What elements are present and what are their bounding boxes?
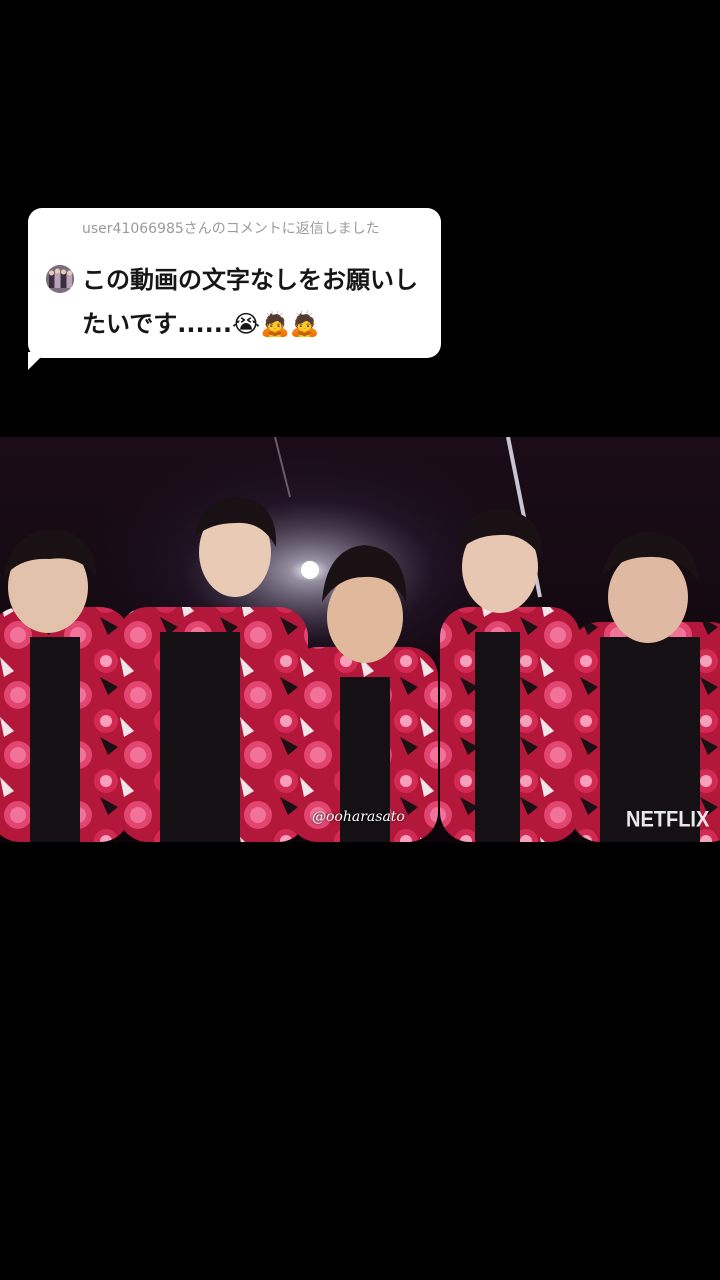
crying-face-icon: 😭 (231, 310, 261, 338)
reply-header: user41066985さんのコメントに返信しました (82, 221, 380, 237)
netflix-logo: NETFLIX (626, 807, 710, 833)
reply-comment-sticker[interactable]: user41066985さんのコメントに返信しました この動画の文字なしをお願い… (28, 208, 441, 358)
video-frame[interactable]: @ooharasato NETFLIX (0, 437, 720, 842)
watermark-text: @ooharasato (312, 809, 405, 825)
user-avatar-icon (46, 265, 74, 293)
video-still (0, 437, 720, 842)
video-screen[interactable]: user41066985さんのコメントに返信しました この動画の文字なしをお願い… (0, 0, 720, 1280)
reply-bubble-tail (28, 352, 46, 370)
bowing-person-icon: 🙇 (289, 310, 320, 338)
bowing-person-icon: 🙇 (260, 310, 290, 338)
reply-comment-text: この動画の文字なしをお願いしたいです......😭🙇🙇 (82, 258, 432, 346)
